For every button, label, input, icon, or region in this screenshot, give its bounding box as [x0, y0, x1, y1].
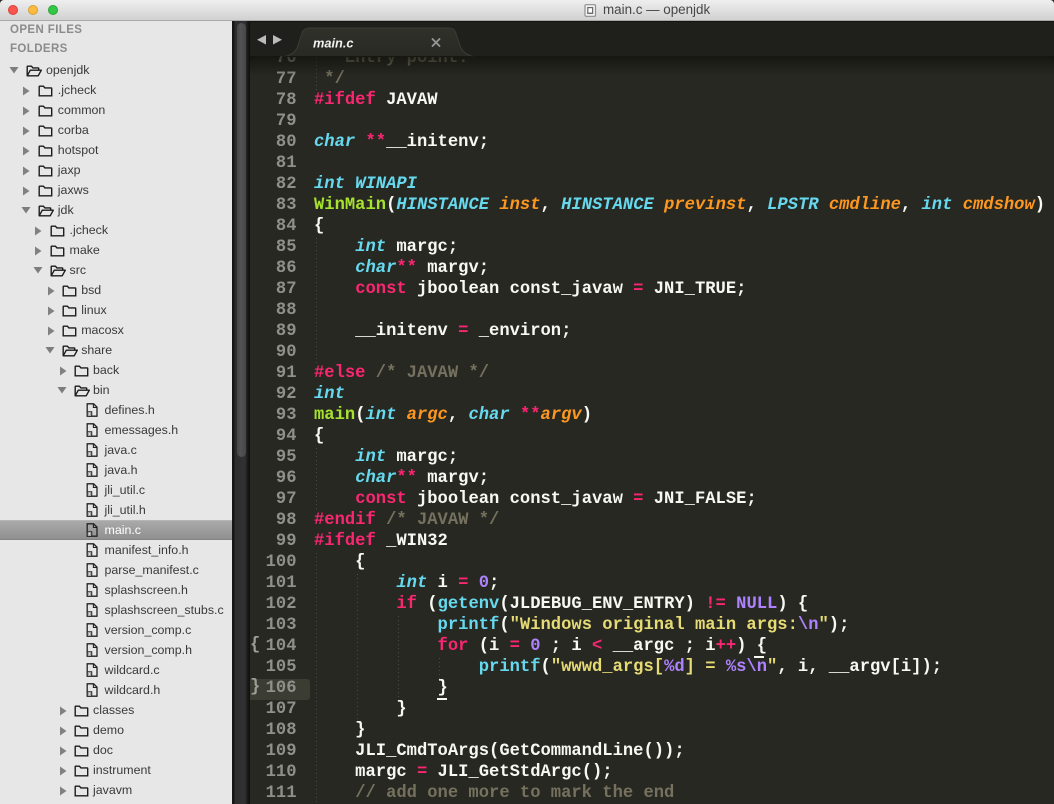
svg-text:main.c: main.c [313, 36, 354, 51]
